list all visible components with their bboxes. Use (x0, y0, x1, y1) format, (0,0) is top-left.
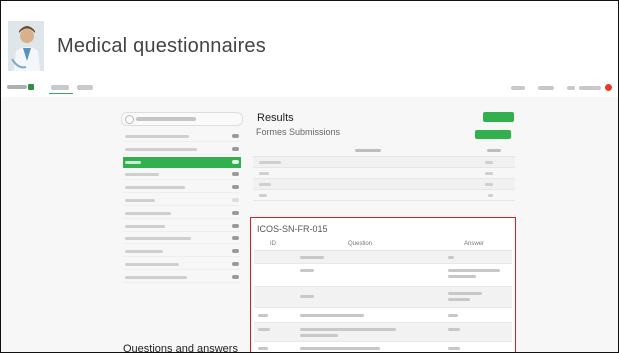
table-row[interactable] (253, 179, 515, 190)
link-profile[interactable] (579, 86, 601, 90)
link-account[interactable] (567, 86, 575, 90)
table-row[interactable] (254, 287, 512, 308)
submissions-title: Formes Submissions (256, 127, 341, 137)
list-item[interactable] (123, 131, 241, 142)
filter-button[interactable] (475, 130, 511, 139)
link-help[interactable] (511, 86, 525, 90)
table-row[interactable] (254, 251, 512, 264)
selector-label (136, 117, 196, 121)
questions-answers-label: Questions and answers (123, 343, 238, 353)
list-item[interactable] (123, 169, 241, 181)
col-id: ID (270, 241, 276, 247)
export-button[interactable] (483, 112, 514, 122)
active-tab-indicator (49, 93, 73, 94)
table-row[interactable] (253, 157, 515, 168)
app-window: Medical questionnaires Questions and ans… (0, 0, 619, 353)
table-row[interactable] (253, 168, 515, 179)
questionnaire-selector[interactable] (121, 112, 243, 126)
table-row[interactable] (254, 308, 512, 323)
table-row[interactable] (254, 323, 512, 342)
question-table: ID Question Answer (254, 238, 512, 352)
page-header: Medical questionnaires (1, 1, 618, 77)
questionnaire-code: ICOS-SN-FR-015 (257, 224, 328, 234)
notification-icon[interactable] (605, 84, 612, 91)
logo[interactable] (7, 84, 34, 90)
list-item[interactable] (123, 195, 241, 206)
questionnaire-list (123, 131, 241, 285)
table-row[interactable] (254, 342, 512, 352)
page-title: Medical questionnaires (57, 35, 266, 57)
question-answer-panel: ICOS-SN-FR-015 ID Question Answer (250, 217, 516, 352)
list-item[interactable] (123, 208, 241, 219)
list-item[interactable] (123, 221, 241, 232)
tab-other[interactable] (77, 85, 93, 90)
radio-icon (125, 115, 134, 124)
results-title: Results (257, 112, 294, 124)
link-settings[interactable] (538, 86, 554, 90)
table-row[interactable] (253, 190, 515, 201)
list-item[interactable] (123, 233, 241, 245)
list-item[interactable] (123, 182, 241, 194)
list-item[interactable] (123, 259, 241, 270)
col-answer: Answer (464, 241, 485, 247)
list-item[interactable] (123, 246, 241, 258)
table-header (253, 146, 515, 157)
top-navigation (1, 81, 618, 95)
col-question: Question (348, 241, 373, 247)
table-header: ID Question Answer (254, 238, 512, 251)
results-table (253, 146, 515, 201)
tab-forms[interactable] (51, 85, 69, 90)
list-item-active[interactable] (123, 156, 241, 168)
doctor-avatar-icon (8, 21, 44, 71)
list-item[interactable] (123, 144, 241, 155)
questionnaire-sidebar (119, 109, 247, 352)
table-row[interactable] (254, 264, 512, 287)
list-item[interactable] (123, 272, 241, 283)
